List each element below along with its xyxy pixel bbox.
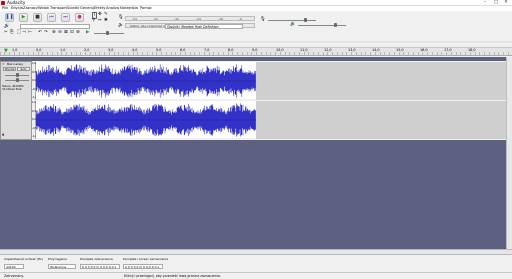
speaker-icon: 🔈 bbox=[118, 23, 124, 28]
status-hint: Kliknij i przeciągnij, aby przenieść lew… bbox=[124, 274, 221, 278]
play-button[interactable]: ▶ bbox=[19, 13, 28, 22]
meter-tick: -42 bbox=[153, 16, 158, 21]
redo-icon[interactable]: ↷ bbox=[44, 30, 48, 35]
waveform-left-channel[interactable] bbox=[36, 62, 256, 99]
playback-device-icon: 🔊 bbox=[4, 24, 10, 29]
zoom-tool-icon[interactable]: ⚲ bbox=[92, 18, 95, 23]
snap-to-caption: Przyciąganie bbox=[48, 257, 67, 261]
audacity-app-icon bbox=[1, 1, 5, 5]
play-at-speed-icon[interactable]: ▶ bbox=[86, 30, 89, 35]
solo-button[interactable]: Solo bbox=[17, 67, 30, 71]
selection-start-field[interactable]: 0 0 h 0 0 m 0 0,0 0 0 s bbox=[80, 264, 120, 269]
play-at-speed-slider[interactable] bbox=[94, 31, 124, 35]
selection-start-caption: Początek zaznaczenia bbox=[80, 257, 113, 261]
selection-end-field[interactable]: 0 0 h 0 0 m 0 0,0 0 0 s bbox=[123, 264, 163, 269]
mic-volume-icon: 🎙 bbox=[260, 17, 266, 22]
draw-tool-icon[interactable]: ✎ bbox=[104, 12, 108, 17]
skip-to-end-button[interactable]: ⏭ bbox=[61, 13, 70, 22]
recording-volume-slider[interactable] bbox=[268, 18, 316, 22]
project-rate-caption: Częstotliwość próbek (Hz) bbox=[4, 257, 43, 261]
pause-icon: ❚❚ bbox=[5, 14, 14, 20]
project-rate-combo[interactable]: 44100 bbox=[4, 264, 24, 269]
waveform-right-channel[interactable] bbox=[36, 101, 256, 138]
gain-slider[interactable] bbox=[5, 73, 29, 77]
cut-icon[interactable]: ✂ bbox=[4, 30, 8, 35]
microphone-icon: 🎙 bbox=[118, 15, 124, 20]
track-name[interactable]: Bez nazwy bbox=[7, 62, 23, 66]
record-icon: ● bbox=[77, 14, 82, 20]
host-combo[interactable] bbox=[20, 24, 90, 29]
output-device-combo[interactable]: Głośniki (Realtek High Definition bbox=[165, 24, 243, 29]
recording-meter[interactable]: -54 -42 -30 -24 -18 -6 bbox=[125, 16, 255, 21]
envelope-tool-icon[interactable]: ↔ bbox=[98, 18, 102, 23]
skip-start-icon: ⏮ bbox=[49, 14, 54, 20]
playback-volume-icon: 🔊 bbox=[290, 22, 296, 27]
undo-icon[interactable]: ↶ bbox=[38, 30, 42, 35]
multi-tool-icon[interactable]: ✥ bbox=[98, 12, 102, 17]
stop-button[interactable]: ■ bbox=[33, 13, 42, 22]
toolbar: ❚❚ ▶ ■ ⏮ ⏭ ● I ✥ ✎ ⚲ ↔ ✱ 🎙 -54 -42 -30 -… bbox=[0, 11, 512, 48]
track-control-panel: ✕ Bez nazwy Wycisz Solo Stereo, 44100Hz … bbox=[0, 61, 32, 140]
track-info: Stereo, 44100Hz 32-bitowe float bbox=[2, 85, 24, 92]
timeline-ruler[interactable]: ▼ 1,0 0,0 1,0 2,0 3,0 4,0 5,0 6,0 7,0 8,… bbox=[0, 48, 512, 56]
status-bar: Zatrzymany. Kliknij i przeciągnij, aby p… bbox=[0, 272, 512, 278]
zoom-in-icon[interactable]: ⊕ bbox=[52, 30, 56, 35]
record-button[interactable]: ● bbox=[75, 13, 84, 22]
pan-slider[interactable] bbox=[5, 78, 29, 82]
time-shift-tool-icon[interactable]: ✱ bbox=[104, 18, 108, 23]
empty-track-region[interactable] bbox=[256, 101, 506, 139]
skip-end-icon: ⏭ bbox=[63, 14, 68, 20]
playback-volume-slider[interactable] bbox=[298, 23, 346, 27]
meter-tick: -24 bbox=[196, 16, 201, 21]
empty-track-region[interactable] bbox=[256, 62, 506, 100]
status-state: Zatrzymany. bbox=[4, 274, 24, 278]
pause-button[interactable]: ❚❚ bbox=[5, 13, 14, 22]
selection-toolbar: Częstotliwość próbek (Hz) 44100 Przyciąg… bbox=[0, 254, 512, 272]
ruler-ticks bbox=[0, 52, 512, 55]
vertical-scrollbar[interactable] bbox=[506, 57, 512, 249]
stop-icon: ■ bbox=[35, 14, 40, 20]
silence-icon[interactable]: ⊢ bbox=[28, 30, 32, 35]
meter-tick: -30 bbox=[174, 16, 179, 21]
zoom-toggle-icon[interactable]: ⊗ bbox=[76, 30, 80, 35]
copy-icon[interactable]: ⎘ bbox=[10, 30, 14, 35]
zoom-out-icon[interactable]: ⊖ bbox=[58, 30, 62, 35]
meter-tick: -6 bbox=[239, 16, 242, 21]
close-track-icon[interactable]: ✕ bbox=[2, 62, 5, 66]
fit-selection-icon[interactable]: ⊠ bbox=[64, 30, 68, 35]
recording-meter-scale bbox=[0, 41, 512, 43]
selection-end-caption: Początek i koniec zaznaczenia bbox=[123, 257, 169, 261]
play-icon: ▶ bbox=[21, 14, 26, 20]
paste-icon[interactable]: 📋 bbox=[16, 30, 22, 35]
mute-button[interactable]: Wycisz bbox=[3, 67, 16, 71]
meter-tick: -18 bbox=[218, 16, 223, 21]
fit-project-icon[interactable]: ⊡ bbox=[70, 30, 74, 35]
snap-to-combo[interactable]: Wyłączone bbox=[48, 264, 76, 269]
collapse-track-icon[interactable]: ▲ bbox=[2, 132, 4, 136]
trim-icon[interactable]: ⊣ bbox=[22, 30, 26, 35]
skip-to-start-button[interactable]: ⏮ bbox=[47, 13, 56, 22]
meter-tick: -54 bbox=[132, 16, 137, 21]
